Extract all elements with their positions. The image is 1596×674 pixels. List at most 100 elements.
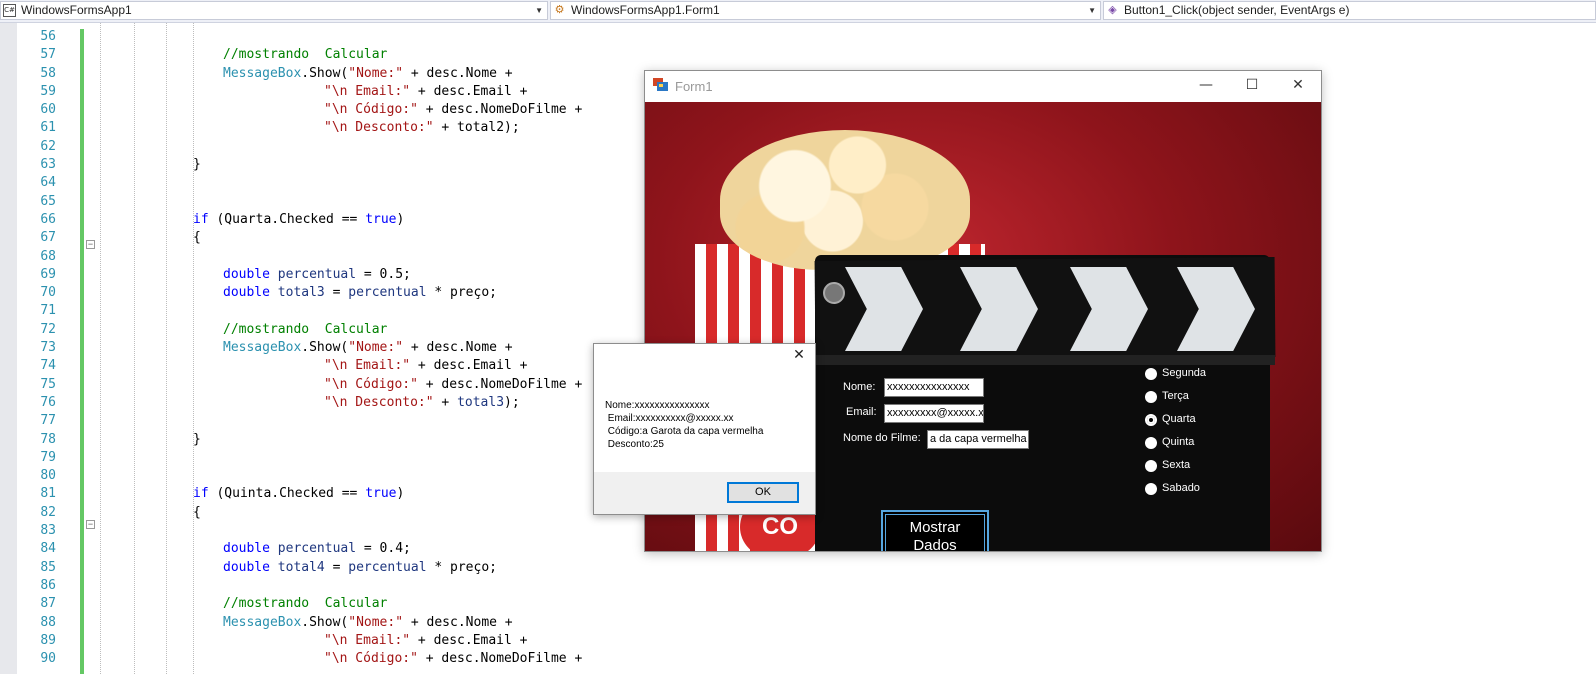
radio-circle: [1145, 460, 1157, 472]
keyword-token: double: [223, 285, 270, 300]
type-token: MessageBox: [223, 340, 302, 355]
keyword-token: double: [223, 267, 270, 282]
code-token: );: [504, 395, 520, 410]
message-footer: OK: [594, 472, 815, 514]
variable-token: percentual: [348, 560, 427, 575]
string-token: "Nome:": [348, 615, 404, 630]
radio-label: Sabado: [1162, 482, 1200, 494]
code-token: ): [396, 212, 405, 227]
code-line: 85 double total4 = percentual * preço;: [0, 559, 1596, 577]
clapper-hinge: [823, 282, 845, 304]
line-number: 83: [40, 523, 56, 538]
line-number: 75: [40, 377, 56, 392]
filme-label: Nome do Filme:: [843, 432, 921, 444]
code-token: + desc.NomeDoFilme +: [417, 377, 583, 392]
code-token: + total2);: [433, 120, 520, 135]
radio-terca[interactable]: Terça: [1145, 389, 1225, 407]
nome-input[interactable]: xxxxxxxxxxxxxxx: [884, 378, 984, 397]
message-text: Nome:xxxxxxxxxxxxxxx Email:xxxxxxxxxx@xx…: [605, 400, 764, 450]
string-token: "Nome:": [348, 66, 404, 81]
line-number: 79: [40, 450, 56, 465]
code-token: {: [193, 230, 201, 245]
line-number: 71: [40, 303, 56, 318]
radio-circle: [1145, 437, 1157, 449]
line-number: 88: [40, 615, 56, 630]
radio-circle: [1145, 391, 1157, 403]
line-number: 78: [40, 432, 56, 447]
code-token: + desc.NomeDoFilme +: [417, 651, 583, 666]
string-token: "\n Email:": [324, 358, 411, 373]
line-number: 76: [40, 395, 56, 410]
close-button[interactable]: ✕: [1275, 71, 1321, 102]
code-token: {: [193, 505, 201, 520]
code-token: + desc.Email +: [410, 84, 528, 99]
radio-sexta[interactable]: Sexta: [1145, 458, 1225, 476]
email-label: Email:: [846, 406, 877, 418]
variable-token: total3: [277, 285, 325, 300]
radio-circle: [1145, 368, 1157, 380]
code-token: (Quarta.Checked ==: [208, 212, 366, 227]
line-number: 87: [40, 596, 56, 611]
close-button[interactable]: ✕: [787, 347, 811, 367]
variable-token: total4: [277, 560, 325, 575]
radio-label: Sexta: [1162, 459, 1191, 471]
code-line: 57 //mostrando Calcular: [0, 46, 1596, 64]
line-number: 69: [40, 267, 56, 282]
line-number: 72: [40, 322, 56, 337]
radio-segunda[interactable]: Segunda: [1145, 366, 1225, 384]
code-token: .Show(: [301, 340, 349, 355]
keyword-token: true: [365, 212, 397, 227]
type-token: MessageBox: [223, 66, 302, 81]
class-dropdown-label: WindowsFormsApp1.Form1: [571, 3, 720, 17]
code-token: + desc.Nome +: [403, 615, 513, 630]
clapper-divider: [815, 355, 1275, 365]
radio-quinta[interactable]: Quinta: [1145, 435, 1225, 453]
email-input[interactable]: xxxxxxxxx@xxxxx.xx: [884, 404, 984, 423]
code-token: (Quinta.Checked ==: [208, 486, 366, 501]
ok-button[interactable]: OK: [727, 482, 799, 503]
radio-label: Quarta: [1162, 413, 1196, 425]
filme-input[interactable]: a da capa vermelha: [927, 430, 1029, 449]
line-number: 64: [40, 175, 56, 190]
code-token: + desc.Nome +: [403, 340, 513, 355]
line-number: 63: [40, 157, 56, 172]
form-app-icon: [653, 78, 668, 91]
string-token: "\n Email:": [324, 84, 411, 99]
code-line: 87 //mostrando Calcular: [0, 595, 1596, 613]
variable-token: total3: [457, 395, 505, 410]
button-label-line1: Mostrar: [909, 519, 961, 536]
radio-quarta[interactable]: Quarta: [1145, 412, 1225, 430]
popcorn-graphic: [720, 130, 970, 270]
keyword-token: double: [223, 560, 270, 575]
string-token: "\n Desconto:": [324, 120, 434, 135]
line-number: 57: [40, 47, 56, 62]
variable-token: percentual: [348, 285, 427, 300]
keyword-token: if: [193, 212, 209, 227]
minimize-button[interactable]: —: [1183, 71, 1229, 102]
class-dropdown[interactable]: ⚙ WindowsFormsApp1.Form1 ▼: [550, 1, 1101, 20]
line-number: 70: [40, 285, 56, 300]
member-dropdown[interactable]: ◈ Button1_Click(object sender, EventArgs…: [1103, 1, 1596, 20]
chevron-down-icon: ▼: [535, 6, 543, 15]
line-number: 85: [40, 560, 56, 575]
maximize-button[interactable]: ☐: [1229, 71, 1275, 102]
string-token: "\n Código:": [324, 651, 418, 666]
line-number: 86: [40, 578, 56, 593]
line-number: 65: [40, 194, 56, 209]
form1-titlebar[interactable]: Form1 — ☐ ✕: [645, 71, 1321, 102]
button-label-line2: Dados: [913, 537, 957, 551]
line-number: 61: [40, 120, 56, 135]
keyword-token: true: [365, 486, 397, 501]
line-number: 90: [40, 651, 56, 666]
line-number: 77: [40, 413, 56, 428]
string-token: "\n Desconto:": [324, 395, 434, 410]
message-box-dialog[interactable]: ✕ Nome:xxxxxxxxxxxxxxx Email:xxxxxxxxxx@…: [593, 343, 816, 515]
line-number: 66: [40, 212, 56, 227]
project-dropdown[interactable]: C# WindowsFormsApp1 ▼: [0, 1, 548, 20]
code-token: + desc.Nome +: [403, 66, 513, 81]
code-line: 56: [0, 28, 1596, 46]
radio-sabado[interactable]: Sabado: [1145, 481, 1225, 499]
line-number: 80: [40, 468, 56, 483]
mostrar-dados-button[interactable]: Mostrar Dados: [881, 510, 989, 551]
code-token: =: [324, 560, 349, 575]
